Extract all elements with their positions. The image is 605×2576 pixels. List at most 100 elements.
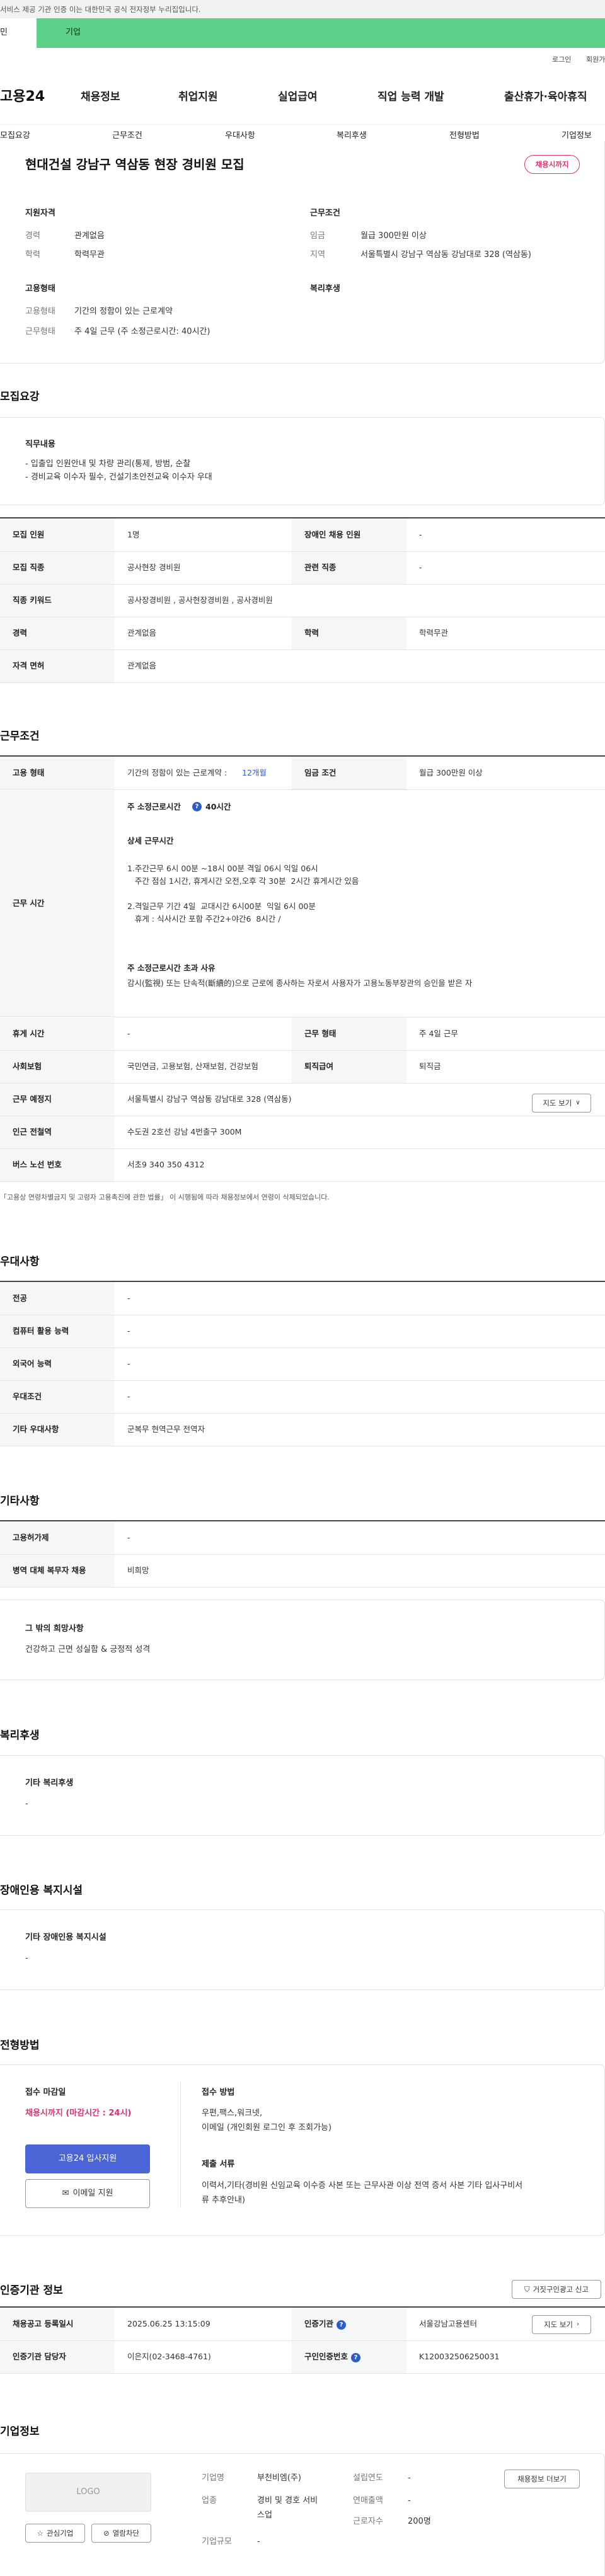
industry-label: 업종 [202,2496,217,2505]
etc-table: 고용허가제 - 병역 대체 복무자 채용 비희망 [0,1521,605,1588]
edu-row-value: 학력무관 [406,617,605,650]
post-date-label: 채용공고 등록일시 [0,2308,115,2341]
chevron-right-icon: › [576,2320,579,2328]
gnb-parental-leave[interactable]: 출산휴가·육아휴직 [504,89,587,105]
join-link[interactable]: 회원가입 [586,55,605,65]
detail-line-3 [127,888,359,900]
eps-label: 고용허가제 [0,1521,115,1555]
gnb-unemployment-benefit[interactable]: 실업급여 [278,89,318,105]
cert-manager-value: 이은지(02-3468-4761) [115,2340,292,2374]
duty-line-2: - 경비교육 이수자 필수, 건설기초안전교육 이수자 우대 [25,472,212,482]
bus-value: 서초9 340 350 4312 [115,1148,605,1182]
welfare-card [0,1755,605,1836]
page-title: 현대건설 강남구 역삼동 현장 경비원 모집 [25,157,245,172]
industry-line-1: 경비 및 경호 서비 [257,2496,318,2505]
bus-label: 버스 노선 번호 [0,1148,115,1182]
report-false-ad-button[interactable]: ⛉ 거짓구인광고 신고 [512,2280,601,2299]
disab-card [0,1909,605,1990]
cert-org-label: 인증기관 [304,2318,334,2328]
block-icon: ⊘ [103,2528,110,2538]
military-alt-value: 비희망 [115,1554,605,1588]
method-line-1: 우편,팩스,워크넷, [202,2109,263,2118]
work-section-title: 근무조건 [0,730,40,743]
work-emp-value: 기간의 정함이 있는 근로계약 : [127,768,228,777]
detail-hours-title: 상세 근무시간 [127,836,174,845]
industry-line-2: 스업 [257,2510,272,2520]
block-company-label: 열람차단 [112,2528,139,2538]
map-view-label: 지도 보기 [543,1098,572,1108]
gnb-employment-support[interactable]: 취업지원 [178,89,218,105]
post-date-value: 2025.06.25 13:15:09 [115,2308,292,2341]
gov-banner: 민 기업 [0,18,605,48]
region-label: 지역 [310,250,325,260]
mail-icon: ✉ [62,2188,69,2198]
gnb-job-info[interactable]: 채용정보 [81,89,120,105]
std-hours-value: 40시간 [205,802,231,811]
tab-work[interactable]: 근무조건 [112,130,142,142]
etc-wish-text: 건강하고 근면 성실함 & 긍정적 성격 [25,1645,151,1654]
cert-no-label: 구인인증번호 [304,2351,349,2361]
table-row: 모집 인원 1명 장애인 채용 인원 - [0,518,605,552]
detail-line-4: 2.격일근무 기간 4일 교대시간 6시00분 익일 6시 00분 [127,902,316,911]
cert-map-button[interactable]: 지도 보기 › [532,2315,591,2334]
table-row: 직종 키워드 공사장경비원 , 공사현장경비원 , 공사경비원 [0,584,605,617]
company-logo-placeholder: LOGO [25,2473,151,2512]
site-logo[interactable]: 고용24 [0,87,45,107]
method-title: 접수 방법 [202,2088,235,2097]
computer-label: 컴퓨터 활용 능력 [0,1315,115,1348]
welfare-section-title: 복리후생 [0,1729,40,1742]
gov-notice-bar: 서비스 제공 기관 인증 이는 대한민국 공식 전자정부 누리집입니다. [0,0,605,18]
work-time-label: 근무 시간 [13,898,45,908]
company-logo-text: LOGO [76,2487,100,2497]
more-jobs-label: 채용정보 더보기 [517,2474,567,2483]
table-row: 우대조건 - [0,1380,605,1414]
map-view-button[interactable]: 지도 보기 ∨ [532,1094,591,1113]
work-emp-label: 고용 형태 [13,768,45,777]
license-label: 자격 면허 [0,650,115,683]
tab-recruit[interactable]: 모집요강 [0,130,30,142]
welfare-title-summary: 복리후생 [310,284,340,294]
info-icon[interactable]: ? [337,2320,347,2330]
company-section-title: 기업정보 [0,2425,40,2438]
tab-apply[interactable]: 전형방법 [449,130,480,142]
info-icon[interactable]: ? [192,802,202,811]
favorite-company-label: 관심기업 [46,2528,74,2538]
insurance-label: 사회보험 [0,1050,115,1084]
docs-line-2: 류 추후안내) [202,2195,246,2205]
major-value: - [115,1282,605,1315]
apply-online-label: 고용24 입사지원 [58,2153,117,2163]
info-icon[interactable]: ? [351,2352,361,2362]
wage-value: 월급 300만원 이상 [360,231,427,241]
region-value: 서울특별시 강남구 역삼동 강남대로 328 (역삼동) [360,250,531,260]
apply-online-button[interactable]: 고용24 입사지원 [25,2144,150,2173]
star-icon: ☆ [37,2528,43,2538]
work-table: 휴게 시간 - 근무 형태 주 4일 근무 사회보험 국민연금, 고용보험, 산재보험,… [0,1017,605,1182]
deadline-title: 접수 마감일 [25,2088,66,2097]
career-row-label: 경력 [0,617,115,650]
cert-table: 채용공고 등록일시 2025.06.25 13:15:09 인증기관? 서울강남고용센… [0,2308,605,2374]
tab-company[interactable]: 기업정보 [562,130,592,142]
email-apply-button[interactable]: ✉ 이메일 지원 [25,2179,150,2208]
etc-wish-title: 그 밖의 희망사항 [25,1624,84,1634]
tab-pref[interactable]: 우대사항 [225,130,255,142]
favorite-company-button[interactable]: ☆ 관심기업 [25,2524,85,2543]
login-link[interactable]: 로그인 [552,55,571,65]
eps-value: - [115,1521,605,1555]
severance-value: 퇴직금 [406,1050,605,1084]
docs-title: 제출 서류 [202,2160,235,2169]
table-row: 근무 예정지 서울특별시 강남구 역삼동 강남대로 328 (역삼동) [0,1083,605,1116]
table-row: 자격 면허 관계없음 [0,650,605,683]
block-company-button[interactable]: ⊘ 열람차단 [91,2524,151,2543]
gnb-vocational-training[interactable]: 직업 능력 개발 [377,89,444,105]
sales-value: - [408,2496,411,2505]
tab-welfare[interactable]: 복리후생 [337,130,367,142]
job-type-value: 공사현장 경비원 [115,551,292,585]
more-jobs-button[interactable]: 채용정보 더보기 [504,2470,580,2488]
disabled-count-label: 장애인 채용 인원 [292,518,406,552]
emp-type-label: 고용형태 [25,307,55,316]
pref-section-title: 우대사항 [0,1256,40,1268]
table-row: 병역 대체 복무자 채용 비희망 [0,1554,605,1588]
gov-banner-green: 기업 [37,18,605,48]
rest-value: - [115,1017,292,1051]
form-label: 근무 형태 [292,1017,406,1051]
